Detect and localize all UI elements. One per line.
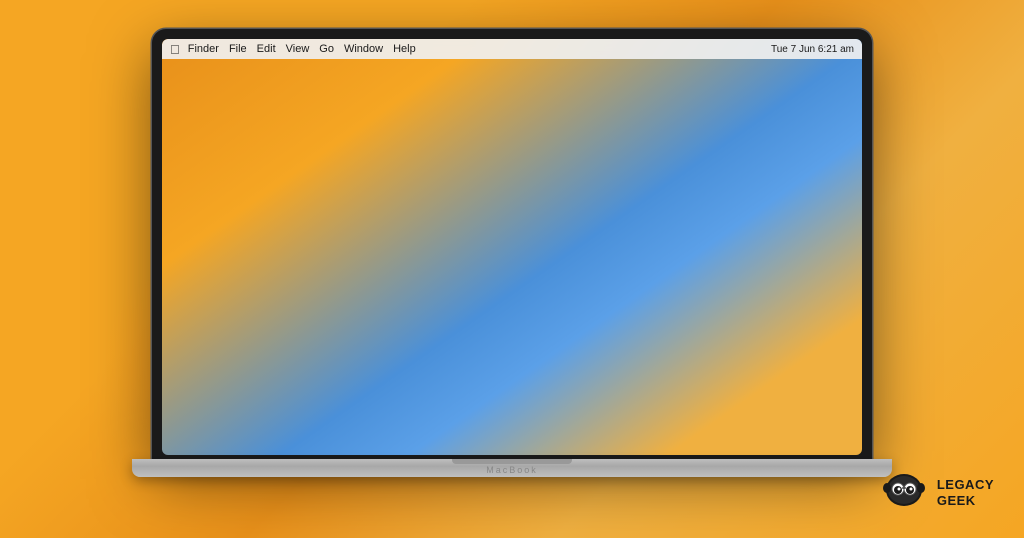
geek-logo-icon [879,468,929,518]
menu-file[interactable]: File [229,43,247,55]
menubar-right: Tue 7 Jun 6:21 am [771,44,854,55]
legacy-geek-branding: LEGACY GEEK [879,468,994,518]
menubar:  Finder File Edit View Go Window Help T… [162,39,862,59]
menu-window[interactable]: Window [344,43,383,55]
macbook-label: MacBook [486,465,538,475]
geek-line1: LEGACY [937,477,994,493]
apple-menu[interactable]:  [170,42,180,57]
menu-help[interactable]: Help [393,43,416,55]
menu-view[interactable]: View [286,43,310,55]
menu-go[interactable]: Go [319,43,334,55]
menu-finder[interactable]: Finder [188,43,219,55]
macbook-screen:  Finder File Edit View Go Window Help T… [152,29,872,459]
geek-text: LEGACY GEEK [937,477,994,508]
macbook-wrapper:  Finder File Edit View Go Window Help T… [122,29,902,509]
menu-time: Tue 7 Jun 6:21 am [771,44,854,55]
menubar-items: Finder File Edit View Go Window Help [188,43,416,55]
macbook-hinge [452,459,572,464]
menu-edit[interactable]: Edit [257,43,276,55]
macbook-base: MacBook [132,459,892,477]
geek-line2: GEEK [937,493,994,509]
desktop:  Finder File Edit View Go Window Help T… [162,39,862,455]
